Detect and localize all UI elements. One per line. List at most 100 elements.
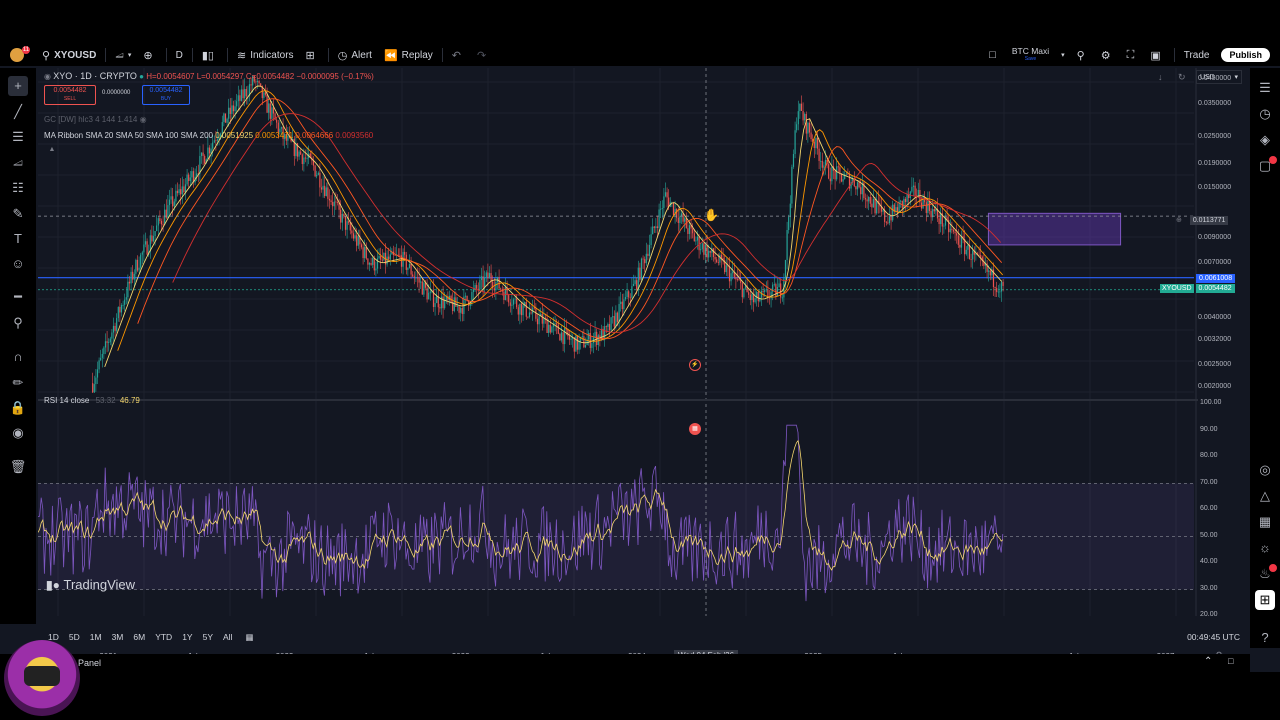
zoom-tool[interactable]: ⚲ bbox=[8, 313, 28, 333]
replay-button[interactable]: ⏪ Replay bbox=[378, 44, 439, 66]
dom-button[interactable]: ◎ bbox=[1255, 460, 1275, 480]
candle-body bbox=[608, 324, 611, 331]
candle-body bbox=[407, 267, 409, 270]
candle-body bbox=[132, 271, 134, 280]
candle-body bbox=[301, 154, 303, 165]
rsi-value1: 53.32 bbox=[95, 396, 116, 405]
candle-body bbox=[730, 273, 732, 282]
settings-button[interactable]: ⚙ bbox=[1095, 44, 1121, 66]
candle-body bbox=[322, 185, 324, 190]
rsi-value2: 46.79 bbox=[119, 396, 140, 405]
layout-select-checkbox[interactable]: □ bbox=[983, 44, 1006, 66]
eye-icon: ◉ bbox=[12, 425, 24, 440]
user-avatar[interactable]: 11 bbox=[0, 44, 30, 66]
hide-drawings-tool[interactable]: ◉ bbox=[8, 423, 28, 443]
brush-tool[interactable]: ✎ bbox=[8, 204, 28, 224]
crosshair-tool[interactable]: + bbox=[8, 76, 28, 96]
fib-tool[interactable]: ☰ bbox=[8, 127, 28, 147]
trade-button[interactable]: Trade bbox=[1178, 44, 1216, 66]
candle-body bbox=[120, 305, 123, 313]
calendar-button[interactable]: ▦ bbox=[1255, 512, 1275, 532]
streams-button[interactable]: ☼ bbox=[1255, 538, 1275, 558]
refresh-icon[interactable]: ↻ bbox=[1178, 72, 1186, 83]
candle-body bbox=[325, 187, 327, 197]
collapse-legend-button[interactable]: ▲ bbox=[46, 146, 58, 156]
ma4-value: 0.0093560 bbox=[335, 131, 374, 140]
prediction-tool[interactable]: ☷ bbox=[8, 178, 28, 198]
candle-body bbox=[364, 247, 366, 259]
range-1m[interactable]: 1M bbox=[90, 632, 102, 642]
chart-type-button[interactable]: ▮▯ bbox=[196, 44, 224, 66]
symbol-search-button[interactable]: ⚲ XYOUSD bbox=[28, 44, 102, 66]
layout-name-button[interactable]: BTC Maxi Save bbox=[1006, 44, 1055, 66]
chart-area[interactable]: ◉ XYO · 1D · CRYPTO ● H=0.0054607 L=0.00… bbox=[38, 68, 1246, 661]
templates-button[interactable]: ⊞ bbox=[300, 44, 325, 66]
compare-button[interactable]: ⧡ ▾ bbox=[109, 44, 137, 66]
add-symbol-button[interactable]: ⊕ bbox=[137, 44, 162, 66]
range-6m[interactable]: 6M bbox=[133, 632, 145, 642]
range-5d[interactable]: 5D bbox=[69, 632, 80, 642]
candle-body bbox=[239, 95, 241, 101]
chats-button[interactable]: ▢ bbox=[1255, 156, 1277, 176]
maximize-panel-icon[interactable]: □ bbox=[1228, 656, 1233, 666]
lock-drawings-tool[interactable]: 🔒 bbox=[8, 398, 28, 418]
candle-body bbox=[728, 266, 731, 282]
range-ytd[interactable]: YTD bbox=[155, 632, 172, 642]
indicators-button[interactable]: ≋ Indicators bbox=[231, 44, 300, 66]
candle-body bbox=[951, 228, 953, 230]
range-5y[interactable]: 5Y bbox=[203, 632, 213, 642]
notifications-button[interactable]: ♨ bbox=[1255, 564, 1277, 584]
candle-body bbox=[858, 182, 860, 188]
panel-tab[interactable]: Panel bbox=[78, 658, 101, 668]
chevron-up-icon[interactable]: ⌃ bbox=[1204, 656, 1212, 667]
ma-ribbon-legend[interactable]: MA Ribbon SMA 20 SMA 50 SMA 100 SMA 200 … bbox=[44, 131, 373, 140]
stay-drawing-tool[interactable]: ✏ bbox=[8, 373, 28, 393]
gc-indicator-legend[interactable]: GC [DW] hlc3 4 144 1.414 ◉ bbox=[44, 115, 147, 124]
candle-body bbox=[402, 251, 404, 267]
chart-canvas[interactable] bbox=[38, 68, 1246, 624]
alerts-panel-button[interactable]: ◷ bbox=[1255, 104, 1275, 124]
magnet-tool[interactable]: ∩ bbox=[8, 347, 28, 367]
range-1y[interactable]: 1Y bbox=[182, 632, 192, 642]
undo-button[interactable]: ↶ bbox=[446, 44, 471, 66]
redo-button[interactable]: ↷ bbox=[471, 44, 496, 66]
quick-search-button[interactable]: ⚲ bbox=[1071, 44, 1095, 66]
alert-button[interactable]: ◷ Alert bbox=[332, 44, 378, 66]
candle-body bbox=[596, 331, 598, 346]
symbol-legend[interactable]: ◉ XYO · 1D · CRYPTO ● H=0.0054607 L=0.00… bbox=[44, 71, 374, 81]
remove-drawings-tool[interactable]: 🗑 bbox=[8, 457, 28, 477]
pattern-tool[interactable]: ⧡ bbox=[8, 152, 28, 172]
candle-body bbox=[373, 257, 375, 271]
candle-body bbox=[628, 291, 630, 298]
candle-body bbox=[964, 239, 966, 255]
trend-line-tool[interactable]: ╱ bbox=[8, 102, 28, 122]
emoji-tool[interactable]: ☺ bbox=[8, 254, 28, 274]
snapshot-button[interactable]: ▣ bbox=[1144, 44, 1170, 66]
candle-body bbox=[807, 122, 809, 134]
download-icon[interactable]: ↓ bbox=[1158, 72, 1163, 82]
watchlist-button[interactable]: ☰ bbox=[1255, 78, 1275, 98]
object-tree-button[interactable]: ◈ bbox=[1255, 130, 1275, 150]
ideas-button[interactable]: △ bbox=[1255, 486, 1275, 506]
sell-button[interactable]: 0.0054482 SELL bbox=[44, 85, 96, 105]
candle-body bbox=[615, 312, 617, 327]
fullscreen-button[interactable]: ⛶ bbox=[1121, 44, 1145, 66]
flag-event-icon[interactable]: ▦ bbox=[689, 423, 701, 435]
help-button[interactable]: ? bbox=[1255, 628, 1275, 648]
measure-tool[interactable]: ━ bbox=[8, 287, 28, 307]
range-3m[interactable]: 3M bbox=[112, 632, 124, 642]
compare-icon: ⧡ bbox=[115, 48, 124, 61]
avatar-face-icon bbox=[24, 666, 60, 686]
apps-button[interactable]: ⊞ bbox=[1255, 590, 1275, 610]
candle-body bbox=[800, 103, 803, 111]
publish-button[interactable]: Publish bbox=[1215, 44, 1280, 66]
buy-button[interactable]: 0.0054482 BUY bbox=[142, 85, 190, 105]
goto-date-icon[interactable]: ▦ bbox=[245, 632, 253, 643]
rsi-legend[interactable]: RSI 14 close 53.32 46.79 bbox=[44, 396, 140, 405]
layout-dropdown[interactable]: ▾ bbox=[1055, 44, 1071, 66]
range-all[interactable]: All bbox=[223, 632, 232, 642]
interval-button[interactable]: D bbox=[170, 44, 189, 66]
text-tool[interactable]: T bbox=[8, 229, 28, 249]
flash-event-icon[interactable]: ⚡ bbox=[689, 359, 701, 371]
candle-body bbox=[188, 174, 190, 181]
